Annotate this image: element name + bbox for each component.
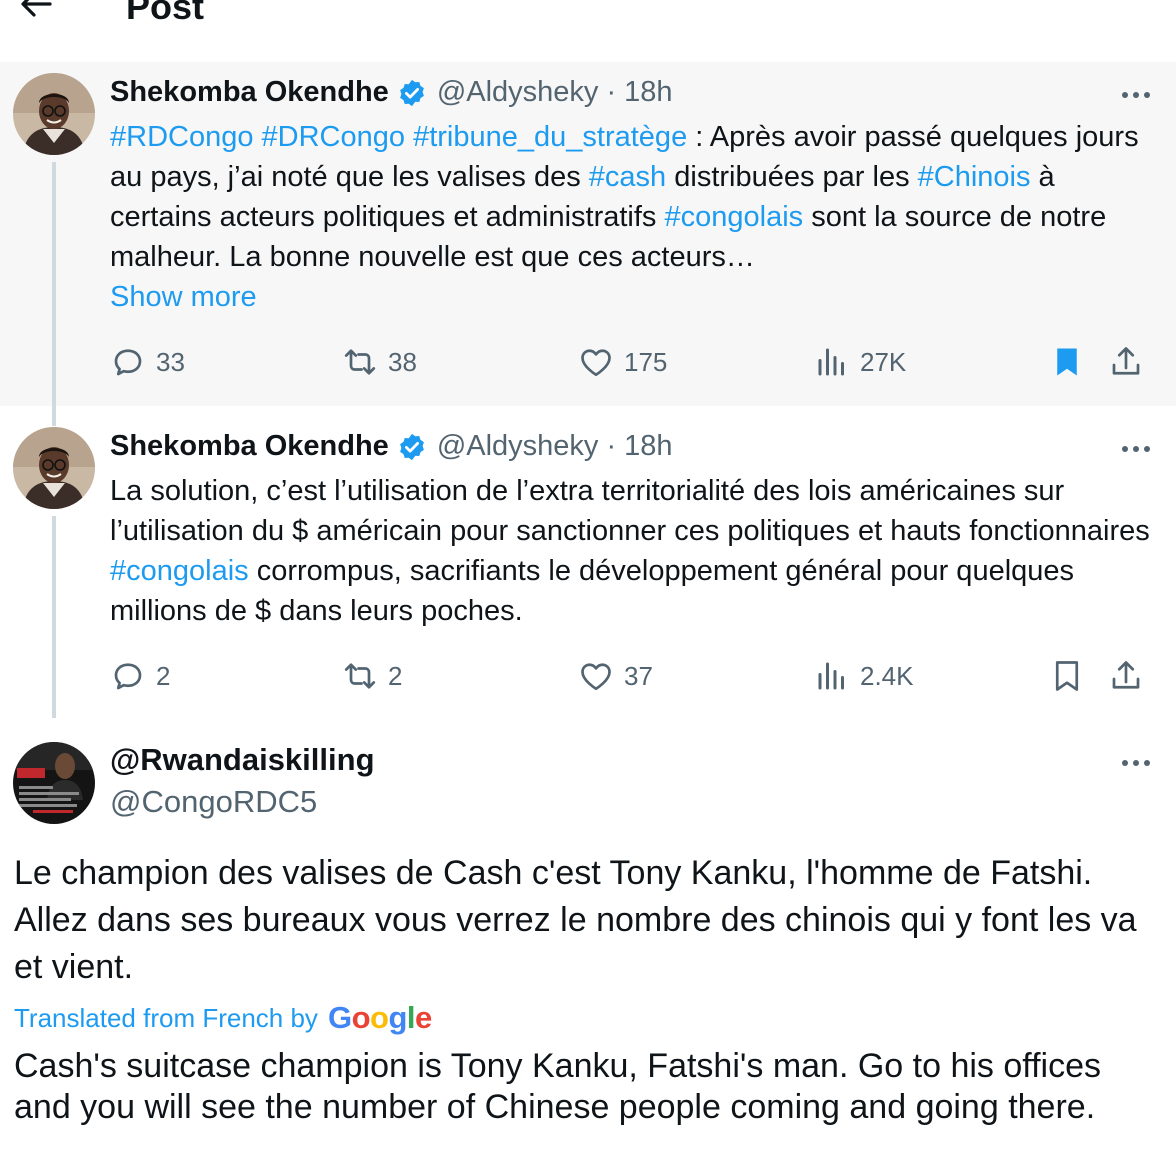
timestamp[interactable]: 18h	[624, 430, 672, 463]
views-icon	[818, 662, 844, 690]
reply-icon	[114, 663, 142, 690]
hashtag[interactable]: #Chinois	[918, 161, 1031, 193]
thread-line	[52, 162, 56, 406]
hashtag[interactable]: #congolais	[664, 201, 803, 233]
avatar[interactable]	[13, 73, 95, 155]
views-icon	[818, 348, 844, 376]
share-button[interactable]	[1108, 344, 1144, 385]
translated-label: Translated from French by	[14, 1002, 318, 1033]
back-arrow-icon	[21, 0, 52, 17]
bookmark-button[interactable]	[1049, 658, 1085, 699]
thread-line	[52, 406, 56, 426]
tweet-text: Le champion des valises de Cash c'est To…	[14, 854, 1137, 986]
like-count: 175	[624, 346, 668, 377]
tweet-text: #RDCongo #DRCongo #tribune_du_stratège :…	[110, 121, 1139, 313]
more-options-button[interactable]	[1116, 85, 1156, 105]
author-handle[interactable]: @Aldysheky	[437, 430, 599, 463]
author-name[interactable]: @Rwandaiskilling	[110, 742, 375, 778]
bookmark-button[interactable]	[1049, 344, 1085, 385]
show-more-link[interactable]: Show more	[110, 281, 257, 313]
repost-button[interactable]: 38	[342, 344, 417, 380]
author-name[interactable]: Shekomba Okendhe	[110, 76, 389, 109]
like-icon	[581, 663, 611, 691]
repost-icon	[344, 349, 376, 375]
more-options-button[interactable]	[1116, 753, 1156, 773]
views-count: 2.4K	[860, 660, 914, 691]
repost-icon	[344, 663, 376, 689]
tweet-text: La solution, c’est l’utilisation de l’ex…	[110, 475, 1150, 627]
reply-button[interactable]: 2	[110, 658, 170, 694]
author-row: Shekomba Okendhe @Aldysheky · 18h	[110, 430, 673, 463]
views-button[interactable]: 27K	[814, 344, 906, 380]
timestamp[interactable]: 18h	[624, 76, 672, 109]
author-handle[interactable]: @CongoRDC5	[110, 784, 375, 820]
reply-count: 2	[156, 660, 171, 691]
hashtag[interactable]: #cash	[589, 161, 666, 193]
more-icon	[1122, 92, 1128, 98]
reply-tweet[interactable]: Shekomba Okendhe @Aldysheky · 18h La sol…	[0, 406, 1176, 718]
hashtag[interactable]: #RDCongo	[110, 121, 253, 153]
avatar[interactable]	[13, 427, 95, 509]
page-title: Post	[126, 0, 205, 27]
reply-tweet[interactable]: @Rwandaiskilling @CongoRDC5 Le champion …	[0, 718, 1176, 1170]
like-button[interactable]: 37	[578, 658, 653, 694]
more-icon	[1122, 446, 1128, 452]
hashtag[interactable]: #DRCongo	[262, 121, 405, 153]
repost-count: 2	[388, 660, 403, 691]
like-count: 37	[624, 660, 653, 691]
translated-text: Cash's suitcase champion is Tony Kanku, …	[14, 1047, 1102, 1126]
hashtag[interactable]: #congolais	[110, 555, 249, 587]
thread-line	[52, 516, 56, 718]
author-block: @Rwandaiskilling @CongoRDC5	[110, 742, 375, 820]
verified-badge-icon	[399, 433, 424, 460]
author-handle[interactable]: @Aldysheky	[437, 76, 599, 109]
separator: ·	[606, 430, 617, 462]
bookmark-icon	[1057, 348, 1077, 376]
author-row: Shekomba Okendhe @Aldysheky · 18h	[110, 76, 673, 109]
bookmark-icon	[1055, 661, 1079, 691]
share-button[interactable]	[1108, 658, 1144, 699]
avatar[interactable]	[13, 742, 95, 824]
reply-button[interactable]: 33	[110, 344, 185, 380]
like-button[interactable]: 175	[578, 344, 667, 380]
repost-button[interactable]: 2	[342, 658, 402, 694]
repost-count: 38	[388, 346, 417, 377]
more-options-button[interactable]	[1116, 439, 1156, 459]
google-logo: Google	[327, 1000, 432, 1035]
views-button[interactable]: 2.4K	[814, 658, 914, 694]
translation-notice[interactable]: Translated from French by Google	[14, 1000, 432, 1036]
share-icon	[1112, 347, 1140, 375]
more-icon	[1122, 760, 1128, 766]
share-icon	[1112, 661, 1140, 689]
reply-icon	[114, 349, 142, 376]
views-count: 27K	[860, 346, 907, 377]
top-bar: Post	[0, 0, 1176, 62]
verified-badge-icon	[399, 79, 424, 106]
back-button[interactable]	[16, 0, 56, 24]
reply-count: 33	[156, 346, 185, 377]
separator: ·	[606, 76, 617, 108]
like-icon	[581, 349, 611, 377]
parent-tweet[interactable]: Shekomba Okendhe @Aldysheky · 18h #RDCon…	[0, 62, 1176, 406]
author-name[interactable]: Shekomba Okendhe	[110, 430, 389, 463]
hashtag[interactable]: #tribune_du_stratège	[413, 121, 687, 153]
